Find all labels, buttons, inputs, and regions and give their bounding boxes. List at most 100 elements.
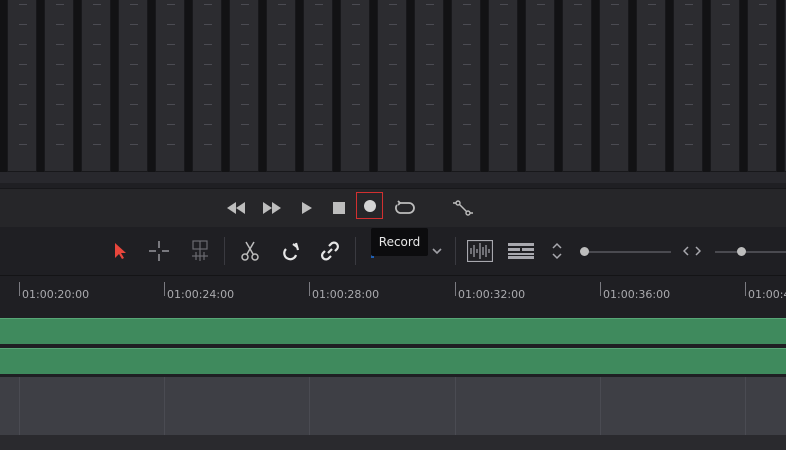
trim-edit-icon[interactable] — [188, 239, 212, 263]
loop-icon[interactable] — [393, 189, 417, 227]
ruler-tick — [600, 282, 601, 296]
meter-tick — [574, 84, 582, 85]
meter-tick — [426, 24, 434, 25]
meter-tick — [463, 64, 471, 65]
meter-tick — [93, 44, 101, 45]
meter-tick — [685, 124, 693, 125]
fast-forward-icon[interactable] — [261, 189, 283, 227]
meter-tick — [130, 44, 138, 45]
meter-tick — [722, 4, 730, 5]
snap-icon[interactable] — [279, 239, 303, 263]
vertical-zoom-slider-handle[interactable] — [580, 247, 589, 256]
link-icon[interactable] — [318, 239, 342, 263]
ruler-tick — [19, 282, 20, 296]
record-icon — [363, 199, 376, 212]
meter-divider — [777, 0, 784, 172]
meter-tick — [463, 144, 471, 145]
grid-line — [745, 377, 746, 435]
meter-tick — [315, 44, 323, 45]
meter-tick — [463, 24, 471, 25]
chevron-down-icon[interactable] — [428, 239, 446, 263]
meter-tick — [93, 84, 101, 85]
record-button[interactable] — [356, 192, 383, 219]
meter-tick — [204, 24, 212, 25]
meter-tick — [500, 64, 508, 65]
stop-icon[interactable] — [331, 189, 347, 227]
meter-tick — [537, 64, 545, 65]
selection-pointer-icon[interactable] — [108, 239, 132, 263]
meter-divider — [111, 0, 118, 172]
meter-divider — [555, 0, 562, 172]
ruler-timecode: 01:00:4 — [748, 288, 786, 301]
meter-tick — [648, 4, 656, 5]
meter-tick — [93, 124, 101, 125]
meter-tick — [352, 4, 360, 5]
automation-icon[interactable] — [450, 189, 476, 227]
meter-tick — [537, 144, 545, 145]
meter-tick — [685, 64, 693, 65]
horizontal-zoom-slider-track[interactable] — [715, 251, 786, 253]
audio-clip[interactable] — [0, 348, 786, 374]
transport-bar — [0, 188, 786, 228]
meter-tick — [759, 64, 767, 65]
meter-divider — [629, 0, 636, 172]
meter-divider — [296, 0, 303, 172]
vertical-zoom-icon[interactable] — [547, 239, 567, 263]
track-height-icon[interactable] — [507, 239, 535, 263]
meter-tick — [500, 124, 508, 125]
meter-strip — [525, 0, 555, 172]
meter-tick — [537, 124, 545, 125]
meter-tick — [611, 124, 619, 125]
horizontal-zoom-slider-handle[interactable] — [737, 247, 746, 256]
meter-tick — [648, 64, 656, 65]
meter-tick — [19, 64, 27, 65]
meter-tick — [389, 44, 397, 45]
play-icon[interactable] — [299, 189, 315, 227]
meter-strip — [81, 0, 111, 172]
meter-tick — [759, 44, 767, 45]
meter-tick — [204, 144, 212, 145]
meter-tick — [241, 84, 249, 85]
meter-divider — [222, 0, 229, 172]
meter-tick — [389, 64, 397, 65]
vertical-zoom-slider-track[interactable] — [585, 251, 671, 253]
meter-tick — [241, 24, 249, 25]
meter-tick — [389, 144, 397, 145]
meter-tick — [537, 84, 545, 85]
meter-tick — [130, 104, 138, 105]
empty-track[interactable] — [0, 377, 786, 435]
ruler-timecode: 01:00:32:00 — [458, 288, 526, 301]
meter-tick — [500, 84, 508, 85]
ruler-tick — [455, 282, 456, 296]
meter-tick — [315, 84, 323, 85]
meter-strip — [303, 0, 333, 172]
meter-tick — [352, 104, 360, 105]
meter-tick — [130, 24, 138, 25]
rewind-icon[interactable] — [225, 189, 247, 227]
timeline-ruler[interactable]: 01:00:20:00 01:00:24:00 01:00:28:00 01:0… — [0, 276, 786, 316]
meter-strip — [710, 0, 740, 172]
meter-tick — [56, 4, 64, 5]
range-select-icon[interactable] — [147, 239, 171, 263]
meter-tick — [611, 4, 619, 5]
meter-tick — [574, 64, 582, 65]
meter-tick — [759, 124, 767, 125]
waveform-icon[interactable] — [466, 239, 494, 263]
meter-tick — [463, 4, 471, 5]
meter-tick — [56, 24, 64, 25]
horizontal-zoom-icon[interactable] — [681, 239, 703, 263]
meter-tick — [611, 24, 619, 25]
meter-tick — [648, 144, 656, 145]
grid-line — [309, 377, 310, 435]
meter-strip — [451, 0, 481, 172]
meter-tick — [93, 144, 101, 145]
razor-icon[interactable] — [238, 239, 262, 263]
audio-clip[interactable] — [0, 318, 786, 344]
meter-strip — [229, 0, 259, 172]
meter-tick — [500, 24, 508, 25]
meter-tick — [278, 104, 286, 105]
meter-tick — [130, 4, 138, 5]
meter-divider — [703, 0, 710, 172]
meter-tick — [167, 64, 175, 65]
meter-tick — [426, 104, 434, 105]
